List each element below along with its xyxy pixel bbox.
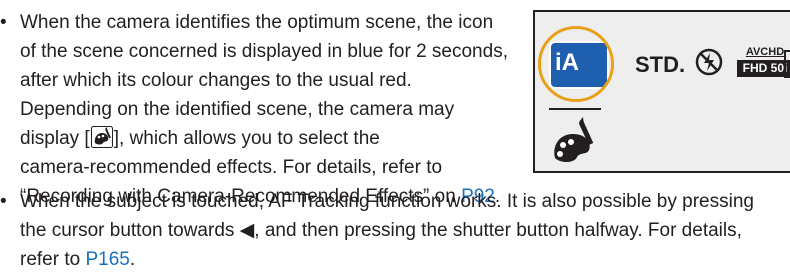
page-link-p165[interactable]: P165 <box>85 249 129 270</box>
bullet-1: • When the camera identifies the optimum… <box>0 8 520 213</box>
text-line: Depending on the identified scene, the c… <box>20 99 455 120</box>
text-fragment: refer to <box>20 249 86 270</box>
format-bottom: FHD 50i <box>737 60 790 77</box>
text-line: camera-recommended effects. For details,… <box>20 157 443 178</box>
recording-format-badge: AVCHD FHD 50i <box>737 46 790 77</box>
text-line: of the scene concerned is displayed in b… <box>20 41 508 62</box>
text-fragment: ], which allows you to select the <box>113 128 380 149</box>
text-line: When the subject is touched, AF Tracking… <box>20 191 754 212</box>
text-line: refer to P165. <box>20 245 754 274</box>
camera-screen-illustration: iA STD. AVCHD FHD 50i <box>533 10 790 173</box>
text-fragment: . <box>129 249 136 270</box>
camera-recommended-effects-icon <box>554 117 594 163</box>
flash-off-icon <box>695 48 723 76</box>
text-line: display [ ], which allows you to select t… <box>20 124 508 153</box>
bullet-symbol: • <box>0 12 7 33</box>
text-line: When the camera identifies the optimum s… <box>20 12 494 33</box>
format-top: AVCHD <box>745 46 785 58</box>
camera-recommended-effects-icon <box>90 126 113 148</box>
photo-style-label: STD. <box>635 52 686 77</box>
bullet-1-text: When the camera identifies the optimum s… <box>20 8 508 211</box>
bullet-symbol: • <box>0 191 7 212</box>
highlight-circle <box>538 26 614 102</box>
camera-recommended-effects-button[interactable] <box>549 108 601 170</box>
text-line: after which its colour changes to the us… <box>20 70 412 91</box>
text-fragment: display [ <box>20 128 90 149</box>
bullet-2: • When the subject is touched, AF Tracki… <box>0 187 790 275</box>
text-line: the cursor button towards ◀, and then pr… <box>20 220 742 241</box>
bullet-2-text: When the subject is touched, AF Tracking… <box>20 187 754 274</box>
edge-indicator <box>784 50 790 78</box>
